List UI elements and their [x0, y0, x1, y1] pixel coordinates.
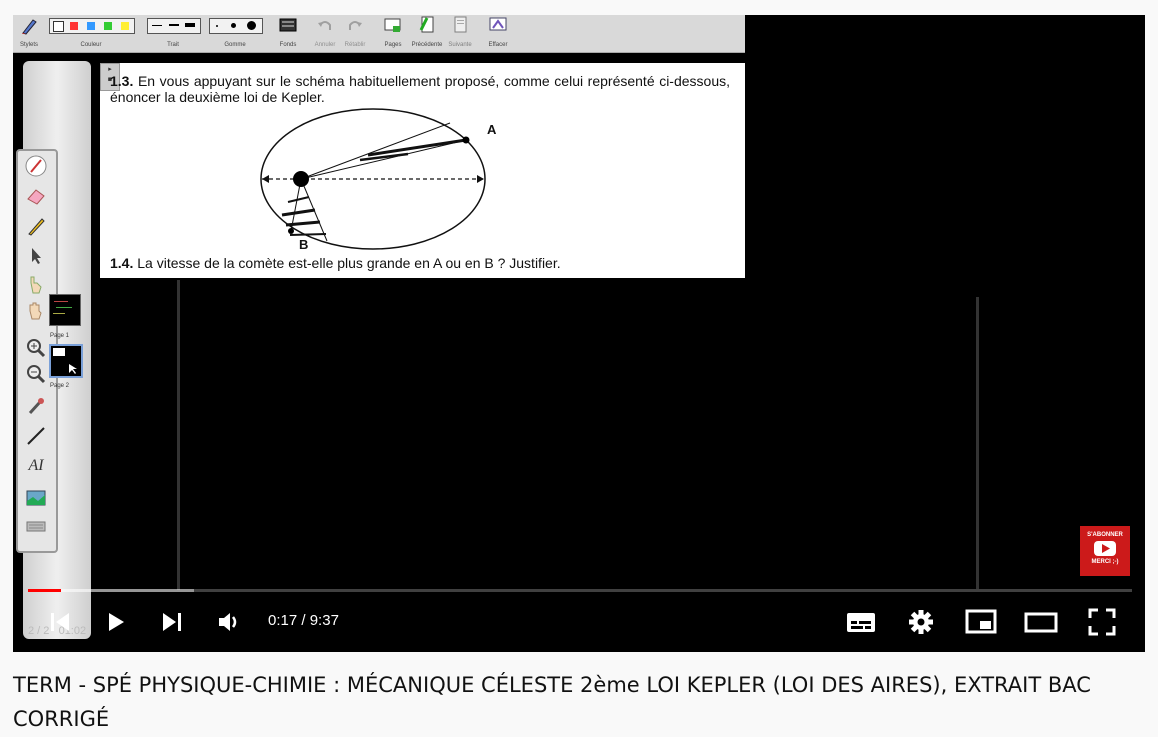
subscribe-line-1: S'ABONNER: [1087, 532, 1123, 538]
time-separator: /: [297, 612, 310, 629]
page-thumbnail-2[interactable]: [49, 344, 83, 378]
background-icon: [279, 18, 297, 32]
fonds-group[interactable]: Fonds: [275, 16, 301, 50]
stylets-group[interactable]: Stylets: [15, 16, 43, 50]
keyboard-icon[interactable]: [25, 515, 47, 537]
fullscreen-button[interactable]: [1086, 608, 1118, 636]
page-thumbnail-1-label: Page 1: [50, 333, 70, 339]
whiteboard-toolbar: Stylets Couleur Trait Gomme Fonds Annule…: [13, 15, 745, 53]
undo-icon: [318, 21, 331, 30]
gear-icon: [909, 610, 933, 634]
theater-mode-icon: [1024, 612, 1058, 633]
question-1-3: 1.3. En vous appuyant sur le schéma habi…: [110, 73, 730, 105]
subscribe-watermark[interactable]: S'ABONNER MERCI ;-): [1080, 526, 1130, 576]
pencil-icon[interactable]: [25, 215, 47, 237]
duration: 9:37: [309, 612, 339, 629]
pen-icon: [22, 19, 37, 35]
page-thumbnail-2-label: Page 2: [50, 383, 70, 389]
effacer-group[interactable]: Effacer: [483, 16, 513, 50]
line-tool-icon[interactable]: [25, 425, 47, 447]
hand-icon[interactable]: [25, 273, 47, 295]
video-title[interactable]: TERM - SPÉ PHYSIQUE-CHIMIE : MÉCANIQUE C…: [13, 668, 1153, 736]
pages-label: Pages: [384, 42, 402, 48]
redo-icon: [349, 21, 362, 30]
question-1-3-number: 1.3.: [110, 73, 134, 89]
pages-group[interactable]: Pages: [379, 16, 407, 50]
play-icon: [109, 613, 124, 631]
pen-tool-icon[interactable]: [25, 155, 47, 177]
point-b-label: B: [299, 237, 309, 252]
question-1-3-text: En vous appuyant sur le schéma habituell…: [110, 73, 730, 105]
fullscreen-icon: [1088, 608, 1116, 636]
couleur-label: Couleur: [80, 42, 102, 48]
text-tool-icon[interactable]: AI: [25, 455, 47, 477]
line-width: [147, 18, 201, 34]
gomme-group[interactable]: Gomme: [207, 16, 263, 50]
question-1-4: 1.4. La vitesse de la comète est-elle pl…: [110, 255, 730, 271]
exercise-document: ▸ ▪ 1.3. En vous appuyant sur le schéma h…: [100, 63, 745, 278]
volume-icon: [219, 613, 237, 631]
pointer-icon[interactable]: [25, 245, 47, 267]
retablir-group[interactable]: Rétablir: [341, 16, 369, 50]
precedente-label: Précédente: [411, 42, 443, 48]
current-time: 0:17: [268, 612, 298, 629]
previous-page-icon: [419, 16, 434, 33]
retablir-label: Rétablir: [344, 42, 366, 48]
annuler-label: Annuler: [314, 42, 336, 48]
youtube-play-icon: [1094, 541, 1116, 556]
effacer-label: Effacer: [488, 42, 508, 48]
zoom-out-icon[interactable]: [25, 363, 47, 385]
dropper-icon[interactable]: [25, 395, 47, 417]
zoom-in-icon[interactable]: [25, 337, 47, 359]
gomme-label: Gomme: [224, 42, 246, 48]
skip-next-icon: [163, 613, 181, 631]
next-button[interactable]: [157, 609, 187, 635]
trait-label: Trait: [167, 42, 179, 48]
skip-previous-icon: [51, 613, 69, 631]
hand-open-icon[interactable]: [25, 299, 47, 321]
play-button[interactable]: [101, 609, 131, 635]
subtitles-icon: [847, 613, 875, 632]
point-a-label: A: [487, 122, 497, 137]
page-thumbnail-1[interactable]: [49, 294, 81, 326]
couleur-group[interactable]: Couleur: [47, 16, 135, 50]
stylets-label: Stylets: [19, 42, 38, 48]
clear-icon: [489, 17, 507, 31]
pages-icon: [384, 18, 401, 32]
image-tool-icon[interactable]: [25, 487, 47, 509]
settings-button[interactable]: [905, 609, 937, 635]
question-1-4-number: 1.4.: [110, 255, 134, 271]
subtitles-button[interactable]: [845, 609, 877, 635]
rail-left: [177, 280, 180, 590]
video-player[interactable]: Stylets Couleur Trait Gomme Fonds Annule…: [13, 15, 1145, 652]
eraser-size: [209, 18, 263, 34]
volume-button[interactable]: [215, 609, 245, 635]
time-display: 0:17 / 9:37: [268, 612, 339, 629]
miniplayer-button[interactable]: [964, 609, 998, 635]
precedente-group[interactable]: Précédente: [409, 16, 445, 50]
next-page-icon: [454, 16, 467, 33]
annuler-group[interactable]: Annuler: [311, 16, 339, 50]
color-swatches: [49, 18, 135, 34]
fonds-label: Fonds: [279, 42, 297, 48]
progress-played: [28, 589, 61, 592]
rail-right: [976, 297, 979, 589]
black-panel: [745, 18, 1145, 298]
subscribe-line-2: MERCI ;-): [1091, 559, 1119, 565]
kepler-orbit-diagram: [260, 108, 486, 250]
theater-mode-button[interactable]: [1023, 609, 1059, 635]
trait-group[interactable]: Trait: [145, 16, 201, 50]
question-1-4-text: La vitesse de la comète est-elle plus gr…: [137, 255, 561, 271]
eraser-tool-icon[interactable]: [25, 185, 47, 207]
previous-button[interactable]: [45, 609, 75, 635]
miniplayer-icon: [965, 609, 997, 634]
suivante-label: Suivante: [448, 42, 472, 48]
suivante-group[interactable]: Suivante: [445, 16, 475, 50]
